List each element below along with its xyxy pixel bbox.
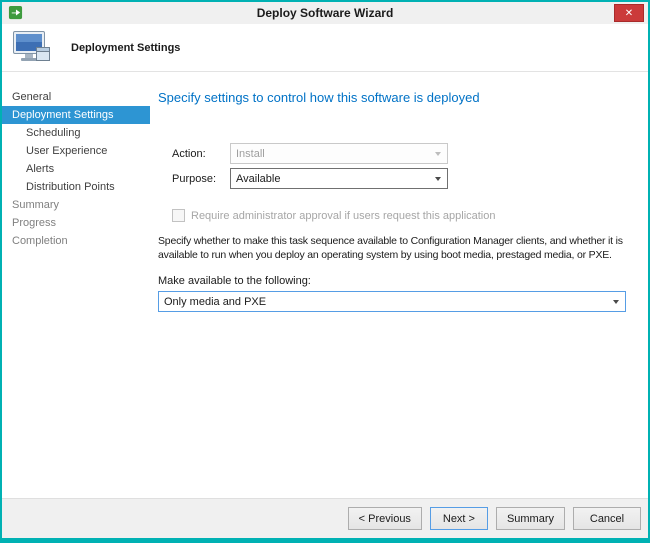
wizard-footer: < Previous Next > Summary Cancel: [2, 498, 648, 538]
window-title: Deploy Software Wizard: [2, 6, 648, 20]
purpose-label: Purpose:: [172, 173, 230, 185]
wizard-body: General Deployment Settings Scheduling U…: [2, 72, 648, 498]
purpose-combobox[interactable]: Available: [230, 168, 448, 189]
sidebar-item-scheduling[interactable]: Scheduling: [2, 124, 150, 142]
close-icon: ✕: [625, 8, 633, 19]
sidebar-item-progress[interactable]: Progress: [2, 214, 150, 232]
sidebar-item-user-experience[interactable]: User Experience: [2, 142, 150, 160]
deploy-software-wizard-window: Deploy Software Wizard ✕ Deployment Sett…: [0, 0, 650, 543]
titlebar[interactable]: Deploy Software Wizard ✕: [2, 2, 648, 24]
description-text: Specify whether to make this task sequen…: [158, 234, 644, 262]
make-available-combobox[interactable]: Only media and PXE: [158, 291, 626, 312]
approval-checkbox-label: Require administrator approval if users …: [191, 210, 496, 222]
page-title: Specify settings to control how this sof…: [158, 90, 644, 105]
approval-checkbox-row: Require administrator approval if users …: [172, 209, 644, 222]
sidebar-item-alerts[interactable]: Alerts: [2, 160, 150, 178]
approval-checkbox: [172, 209, 185, 222]
chevron-down-icon: [435, 152, 441, 156]
sidebar-item-distribution-points[interactable]: Distribution Points: [2, 178, 150, 196]
sidebar-item-general[interactable]: General: [2, 88, 150, 106]
action-label: Action:: [172, 148, 230, 160]
sidebar-item-completion[interactable]: Completion: [2, 232, 150, 250]
chevron-down-icon: [435, 177, 441, 181]
action-value: Install: [236, 148, 265, 160]
cancel-button[interactable]: Cancel: [573, 507, 641, 530]
previous-button[interactable]: < Previous: [348, 507, 422, 530]
summary-button[interactable]: Summary: [496, 507, 565, 530]
sidebar-item-summary[interactable]: Summary: [2, 196, 150, 214]
purpose-value: Available: [236, 173, 280, 185]
deploy-software-icon: [8, 5, 23, 20]
make-available-label: Make available to the following:: [158, 275, 644, 287]
purpose-row: Purpose: Available: [172, 168, 644, 189]
deployment-settings-icon: [12, 30, 56, 66]
action-combobox: Install: [230, 143, 448, 164]
next-button[interactable]: Next >: [430, 507, 488, 530]
wizard-header: Deployment Settings: [2, 24, 648, 72]
wizard-steps-sidebar: General Deployment Settings Scheduling U…: [2, 72, 150, 498]
close-button[interactable]: ✕: [614, 4, 644, 22]
header-title: Deployment Settings: [71, 42, 180, 54]
page-content: Specify settings to control how this sof…: [150, 72, 648, 498]
make-available-value: Only media and PXE: [164, 296, 266, 308]
sidebar-item-deployment-settings[interactable]: Deployment Settings: [2, 106, 150, 124]
chevron-down-icon: [613, 300, 619, 304]
action-row: Action: Install: [172, 143, 644, 164]
